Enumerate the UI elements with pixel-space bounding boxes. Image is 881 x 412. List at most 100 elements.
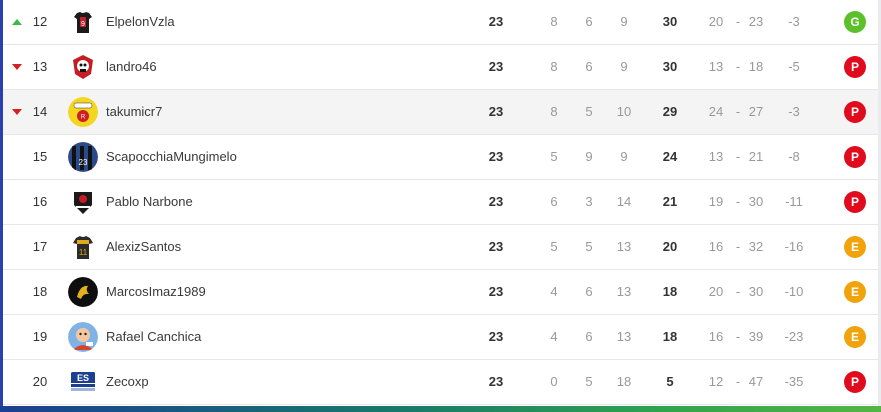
goals-for: 13 <box>708 59 724 74</box>
last-result-badge: E <box>844 326 866 348</box>
trend-none <box>11 225 23 269</box>
position: 20 <box>32 374 48 389</box>
goals-for: 24 <box>708 104 724 119</box>
standings-row[interactable]: 18 MarcosImaz1989 23 4 6 13 18 20 - 30 -… <box>3 270 878 315</box>
team-name[interactable]: AlexizSantos <box>106 225 181 269</box>
draws: 6 <box>585 59 593 74</box>
svg-text:23: 23 <box>79 158 88 167</box>
points: 18 <box>662 329 678 344</box>
games-played: 23 <box>488 329 504 344</box>
losses: 13 <box>616 284 632 299</box>
games-played: 23 <box>488 374 504 389</box>
wins: 8 <box>550 104 558 119</box>
goals-for: 20 <box>708 284 724 299</box>
wins: 0 <box>550 374 558 389</box>
trend-down-icon <box>11 45 23 89</box>
team-name[interactable]: Rafael Canchica <box>106 315 201 359</box>
draws: 6 <box>585 284 593 299</box>
goals-for: 16 <box>708 329 724 344</box>
goals-for: 13 <box>708 149 724 164</box>
points: 24 <box>662 149 678 164</box>
losses: 9 <box>620 59 628 74</box>
games-played: 23 <box>488 59 504 74</box>
games-played: 23 <box>488 14 504 29</box>
goals-for: 19 <box>708 194 724 209</box>
position: 15 <box>32 149 48 164</box>
standings-row[interactable]: 17 11 AlexizSantos 23 5 5 13 20 16 - 32 … <box>3 225 878 270</box>
losses: 10 <box>616 104 632 119</box>
losses: 9 <box>620 14 628 29</box>
team-name[interactable]: ScapocchiaMungimelo <box>106 135 237 179</box>
points: 21 <box>662 194 678 209</box>
goal-difference: -16 <box>784 239 804 254</box>
games-played: 23 <box>488 149 504 164</box>
draws: 6 <box>585 14 593 29</box>
last-result-badge: P <box>844 56 866 78</box>
team-name[interactable]: Zecoxp <box>106 360 149 404</box>
goal-difference: -10 <box>784 284 804 299</box>
goal-difference: -8 <box>788 149 800 164</box>
losses: 14 <box>616 194 632 209</box>
striped-jersey-icon: 23 <box>68 142 98 172</box>
trend-none <box>11 135 23 179</box>
goals-separator: - <box>735 239 741 254</box>
goal-difference: -35 <box>784 374 804 389</box>
yellow-red-crest-icon: R <box>68 97 98 127</box>
skull-crest-icon <box>68 52 98 82</box>
losses: 13 <box>616 239 632 254</box>
team-name[interactable]: takumicr7 <box>106 90 162 134</box>
standings-row[interactable]: 20 ES Zecoxp 23 0 5 18 5 12 - 47 -35 P <box>3 360 878 405</box>
wins: 4 <box>550 284 558 299</box>
standings-row[interactable]: 19 Rafael Canchica 23 4 6 13 18 16 - 39 … <box>3 315 878 360</box>
wins: 8 <box>550 14 558 29</box>
svg-text:R: R <box>81 115 86 121</box>
losses: 13 <box>616 329 632 344</box>
losses: 9 <box>620 149 628 164</box>
standings-row[interactable]: 13 landro46 23 8 6 9 30 13 - 18 -5 P <box>3 45 878 90</box>
team-name[interactable]: MarcosImaz1989 <box>106 270 206 314</box>
goals-against: 21 <box>748 149 764 164</box>
games-played: 23 <box>488 194 504 209</box>
goal-difference: -11 <box>785 194 803 209</box>
games-played: 23 <box>488 239 504 254</box>
goal-difference: -23 <box>784 329 804 344</box>
goals-separator: - <box>735 194 741 209</box>
goals-separator: - <box>735 284 741 299</box>
draws: 5 <box>585 104 593 119</box>
standings-row[interactable]: 14 R takumicr7 23 8 5 10 29 24 - 27 -3 P <box>3 90 878 135</box>
points: 20 <box>662 239 678 254</box>
team-name[interactable]: landro46 <box>106 45 157 89</box>
svg-text:11: 11 <box>79 248 88 257</box>
goal-difference: -3 <box>788 104 800 119</box>
position: 14 <box>32 104 48 119</box>
position: 18 <box>32 284 48 299</box>
wins: 5 <box>550 149 558 164</box>
goal-difference: -3 <box>788 14 800 29</box>
goals-against: 18 <box>748 59 764 74</box>
standings-row[interactable]: 15 23 ScapocchiaMungimelo 23 5 9 9 24 13… <box>3 135 878 180</box>
standings-table: 12 9 ElpelonVzla 23 8 6 9 30 20 - 23 -3 … <box>3 0 878 405</box>
wins: 6 <box>550 194 558 209</box>
points: 30 <box>662 59 678 74</box>
last-result-badge: E <box>844 236 866 258</box>
last-result-badge: P <box>844 101 866 123</box>
goals-against: 27 <box>748 104 764 119</box>
standings-row[interactable]: 12 9 ElpelonVzla 23 8 6 9 30 20 - 23 -3 … <box>3 0 878 45</box>
dark-crest-icon <box>68 187 98 217</box>
goals-against: 32 <box>748 239 764 254</box>
goals-separator: - <box>735 104 741 119</box>
last-result-badge: P <box>844 371 866 393</box>
goals-separator: - <box>735 14 741 29</box>
goals-for: 16 <box>708 239 724 254</box>
goals-against: 23 <box>748 14 764 29</box>
goals-against: 39 <box>748 329 764 344</box>
black-gold-emblem-icon <box>68 277 98 307</box>
last-result-badge: P <box>844 191 866 213</box>
wins: 5 <box>550 239 558 254</box>
trend-none <box>11 270 23 314</box>
team-name[interactable]: Pablo Narbone <box>106 180 193 224</box>
team-name[interactable]: ElpelonVzla <box>106 0 175 44</box>
standings-row[interactable]: 16 Pablo Narbone 23 6 3 14 21 19 - 30 -1… <box>3 180 878 225</box>
cartoon-avatar-icon <box>68 322 98 352</box>
svg-text:ES: ES <box>77 373 89 383</box>
